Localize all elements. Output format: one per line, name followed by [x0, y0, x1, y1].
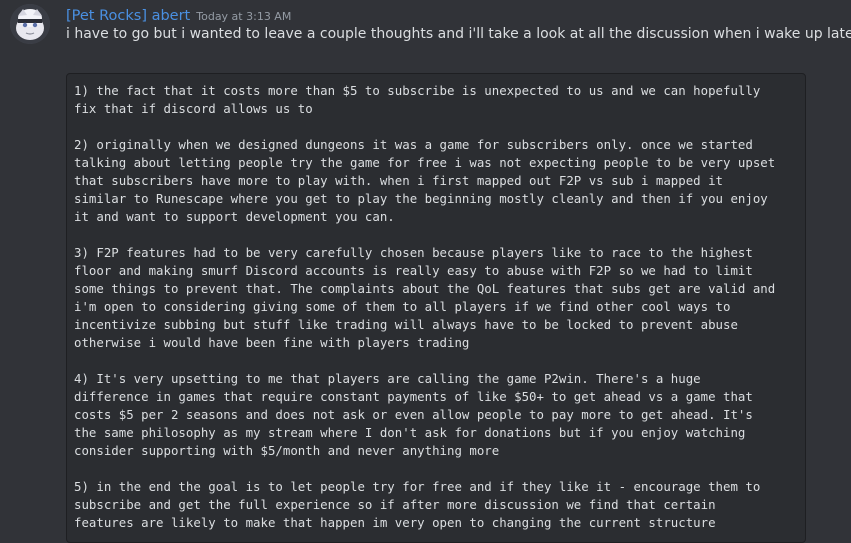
avatar-icon [10, 4, 50, 44]
username[interactable]: [Pet Rocks] abert [66, 8, 190, 24]
code-block: 1) the fact that it costs more than $5 t… [66, 73, 806, 543]
code-paragraph-5: 5) in the end the goal is to let people … [74, 479, 761, 530]
chat-message: [Pet Rocks] abert Today at 3:13 AM i have… [0, 0, 851, 543]
avatar[interactable] [10, 4, 50, 44]
message-header: [Pet Rocks] abert Today at 3:13 AM [66, 5, 291, 24]
code-paragraph-3: 3) F2P features had to be very carefully… [74, 245, 776, 350]
timestamp[interactable]: Today at 3:13 AM [196, 10, 291, 23]
code-paragraph-2: 2) originally when we designed dungeons … [74, 137, 776, 224]
code-paragraph-1: 1) the fact that it costs more than $5 t… [74, 83, 761, 116]
code-paragraph-4: 4) It's very upsetting to me that player… [74, 371, 753, 458]
message-text: i have to go but i wanted to leave a cou… [66, 26, 851, 42]
